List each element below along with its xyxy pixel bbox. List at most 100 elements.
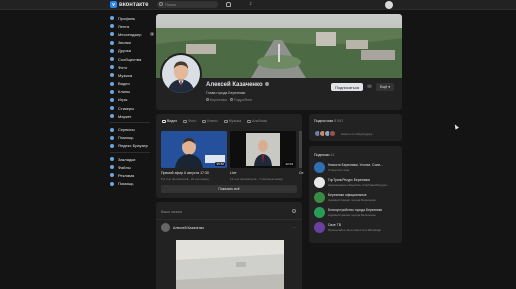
video-title[interactable]: Live: [230, 171, 296, 175]
vk-logo-icon: v: [110, 1, 117, 8]
posts-header: Ваши записи: [161, 210, 183, 214]
left-sidebar: Профиль Лента Мессенджер 1 Звонки Друзья Сообщ…: [110, 14, 154, 188]
profile-avatar[interactable]: [160, 53, 202, 95]
sidebar-item-icon: [110, 157, 114, 162]
sidebar-item-label: Помощь: [118, 135, 134, 141]
sidebar-item[interactable]: Помощь: [110, 134, 154, 142]
post-author-name[interactable]: Алексей Казаченко: [173, 226, 204, 230]
sidebar-item-label: Фото: [118, 64, 128, 70]
media-tab[interactable]: Альбомы: [247, 119, 267, 123]
more-button[interactable]: Ещё ▾: [376, 83, 394, 91]
sidebar-item[interactable]: Лента: [110, 22, 154, 30]
media-tab[interactable]: Фото: [183, 119, 196, 123]
sidebar-item[interactable]: Сообщества: [110, 55, 154, 63]
sidebar-item-icon: [110, 135, 114, 140]
sidebar-item[interactable]: Видео: [110, 80, 154, 88]
sidebar-item-label: Игры: [118, 97, 128, 103]
sidebar-item-label: Лента: [118, 23, 130, 29]
subscribers-count: 8 591: [334, 119, 344, 123]
sidebar-item[interactable]: Файлы: [110, 163, 154, 171]
media-tab[interactable]: Видео: [162, 119, 177, 123]
sidebar-item[interactable]: Закладки: [110, 155, 154, 163]
sidebar-item[interactable]: Клипы: [110, 88, 154, 96]
subscribe-button[interactable]: Подписаться: [331, 83, 363, 91]
bell-icon[interactable]: [226, 2, 231, 7]
sidebar-item-label: Звонки: [118, 40, 131, 46]
more-options-icon[interactable]: ⋯: [292, 225, 296, 230]
music-note-icon[interactable]: ♪: [249, 1, 252, 7]
sidebar-item[interactable]: Яндекс Браузер: [110, 142, 154, 150]
sidebar-item-label: Закладки: [118, 156, 136, 162]
search-icon[interactable]: [292, 209, 296, 213]
sidebar-item-label: Друзья: [118, 48, 131, 54]
sidebar-item-icon: [110, 106, 114, 111]
sidebar-item[interactable]: Профиль: [110, 14, 154, 22]
sidebar-item[interactable]: Маркет: [110, 112, 154, 120]
group-description: Открытая тема: [328, 168, 350, 172]
more-label: Ещё: [380, 85, 388, 89]
subscription-item[interactable]: Новости Березники. Усолье. Соли... Открыт…: [314, 162, 400, 176]
subscription-item[interactable]: Благоустройство города Березники Админист…: [314, 207, 400, 221]
post-author-avatar[interactable]: [161, 223, 170, 232]
post-image[interactable]: [176, 240, 284, 289]
sidebar-item[interactable]: Игры: [110, 96, 154, 104]
sidebar-item[interactable]: Реклама: [110, 171, 154, 179]
sidebar-item-icon: [110, 89, 114, 94]
subscribers-title: Подписчики8 591: [314, 119, 344, 123]
sidebar-item[interactable]: Звонки: [110, 39, 154, 47]
sidebar-item[interactable]: Друзья: [110, 47, 154, 55]
sidebar-item[interactable]: Помощь: [110, 180, 154, 188]
group-avatar: [314, 207, 325, 218]
tab-icon: [162, 119, 166, 123]
subscription-item[interactable]: Березники официальные Администрация город…: [314, 192, 400, 206]
sidebar-item-icon: [110, 181, 114, 186]
video-thumbnail[interactable]: 35:56: [161, 131, 227, 168]
sidebar-item-label: Сервисы: [118, 127, 135, 133]
sidebar-item-label: Профиль: [118, 15, 136, 21]
video-thumbnail[interactable]: 22:03: [230, 131, 296, 168]
sidebar-item-icon: [110, 97, 114, 102]
group-name: Благоустройство города Березники: [328, 208, 382, 212]
subscription-item[interactable]: ГорТрансРесурс Березники Акционерное обще…: [314, 177, 400, 191]
sidebar-item-label: Маркет: [118, 113, 132, 119]
sidebar-item-icon: [110, 65, 114, 70]
video-title[interactable]: Прямой эфир 6 августа 17:30: [161, 171, 227, 175]
sidebar-item[interactable]: Стикеры: [110, 104, 154, 112]
sidebar-item-icon: [110, 40, 114, 45]
group-description: Администрация города Березники: [328, 198, 376, 202]
sidebar-item-icon: [110, 24, 114, 29]
sidebar-item-icon: [110, 143, 114, 148]
video-thumbnail-next[interactable]: [299, 131, 302, 168]
sidebar-divider: [110, 122, 150, 124]
tab-icon: [183, 119, 188, 123]
sidebar-item[interactable]: Фото: [110, 63, 154, 71]
group-avatar: [314, 192, 325, 203]
search-icon: [159, 2, 163, 6]
mouse-cursor: [453, 123, 459, 130]
group-avatar: [314, 177, 325, 188]
group-name: Новости Березники. Усолье. Соли...: [328, 163, 383, 167]
subscriptions-count: 41: [330, 153, 335, 157]
sidebar-item-label: Клипы: [118, 89, 130, 95]
media-tab[interactable]: Клипы: [202, 119, 218, 123]
sidebar-item-label: Помощь: [118, 181, 134, 187]
sidebar-item-label: Стикеры: [118, 105, 135, 111]
subscriber-avatar[interactable]: [329, 130, 336, 137]
vk-logo[interactable]: v вконтакте: [110, 1, 148, 8]
sidebar-item[interactable]: Музыка: [110, 71, 154, 79]
sidebar-item-label: Музыка: [118, 72, 133, 78]
profile-details-link[interactable]: Подробнее: [230, 98, 252, 102]
message-icon[interactable]: ✉: [366, 83, 373, 91]
sidebar-item-icon: [110, 16, 114, 21]
user-avatar-menu[interactable]: [385, 1, 393, 9]
search-input[interactable]: Поиск: [157, 1, 218, 8]
video-meta: 5,2 тыс просмотров · 22 сек назад: [161, 177, 209, 181]
tab-icon: [223, 119, 228, 123]
subscription-item[interactable]: Свое ТВ Присылайте свои новости в Whatsap…: [314, 222, 400, 236]
sidebar-item[interactable]: Сервисы: [110, 125, 154, 133]
subscriptions-title[interactable]: Подписки41: [314, 153, 334, 157]
media-tab[interactable]: Музыка: [223, 119, 241, 123]
show-all-button[interactable]: Показать всё: [161, 185, 297, 193]
sidebar-item[interactable]: Мессенджер 1: [110, 30, 154, 38]
subscribers-block[interactable]: Подписчики8 591: [309, 114, 402, 141]
